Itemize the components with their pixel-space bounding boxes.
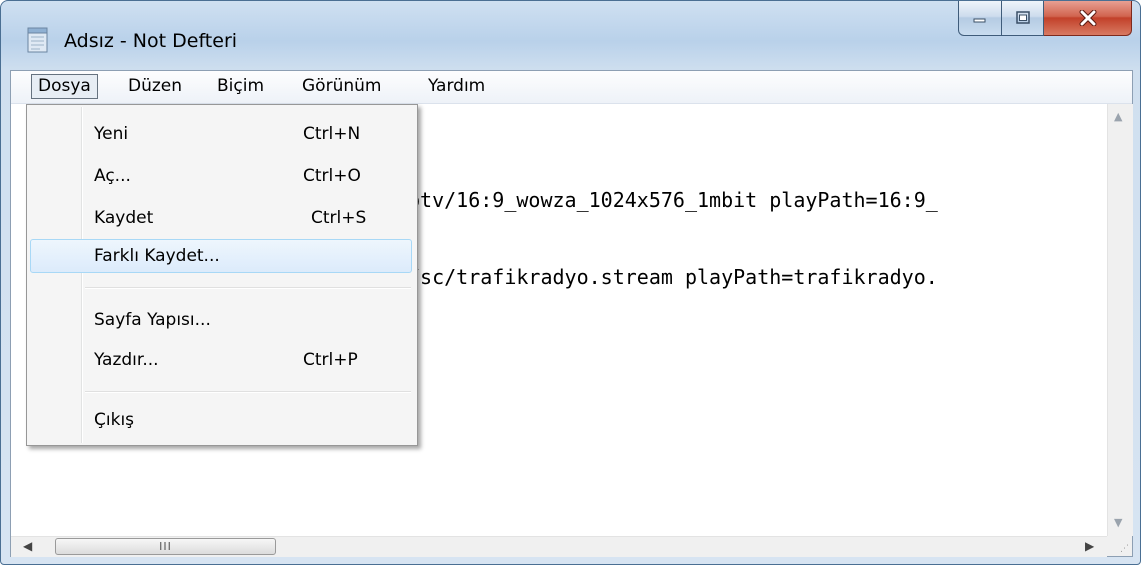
title-bar[interactable]: Adsız - Not Defteri (1, 1, 1140, 69)
menu-item-shortcut: Ctrl+N (303, 124, 361, 144)
notepad-window: Adsız - Not Defteri Dosya Düzen Biçim Gö… (0, 0, 1141, 565)
menu-item-label: Aç... (94, 166, 131, 186)
size-grip[interactable]: ⋰ (1107, 536, 1132, 556)
menu-item-shortcut: Ctrl+P (303, 350, 358, 370)
menu-item-ac[interactable]: Aç... Ctrl+O (30, 159, 412, 193)
menu-item-cikis[interactable]: Çıkış (30, 403, 412, 437)
scroll-right-icon[interactable]: ▶ (1085, 539, 1094, 553)
size-grip-icon: ⋰ (1120, 544, 1129, 554)
minimize-button[interactable] (958, 1, 1002, 36)
close-button[interactable] (1044, 1, 1132, 36)
menu-bicim[interactable]: Biçim (210, 74, 271, 99)
menu-yardim[interactable]: Yardım (421, 74, 492, 99)
file-menu-dropdown: Yeni Ctrl+N Aç... Ctrl+O Kaydet Ctrl+S F… (26, 104, 418, 446)
window-title: Adsız - Not Defteri (64, 30, 238, 52)
menu-separator (85, 391, 411, 393)
horizontal-scroll-thumb[interactable]: III (55, 538, 276, 555)
menu-item-sayfa-yapisi[interactable]: Sayfa Yapısı... (30, 303, 412, 337)
thumb-grip: III (159, 540, 172, 553)
maximize-icon (1015, 11, 1030, 24)
menu-item-label: Kaydet (94, 208, 154, 228)
vertical-scrollbar[interactable]: ▲ ▼ (1107, 104, 1133, 536)
notepad-icon (27, 27, 48, 53)
menu-item-yazdir[interactable]: Yazdır... Ctrl+P (30, 343, 412, 377)
editor-line: /sc/trafikradyo.stream playPath=trafikra… (408, 265, 938, 289)
menu-dosya[interactable]: Dosya (31, 74, 98, 99)
maximize-button[interactable] (1002, 1, 1044, 36)
menu-item-label: Çıkış (94, 410, 135, 430)
menu-item-label: Yeni (94, 124, 129, 144)
menu-duzen[interactable]: Düzen (121, 74, 189, 99)
menu-item-kaydet[interactable]: Kaydet Ctrl+S (30, 201, 412, 235)
scroll-left-icon[interactable]: ◀ (23, 539, 32, 553)
menu-item-label: Yazdır... (94, 350, 159, 370)
menu-item-shortcut: Ctrl+S (311, 208, 367, 228)
scroll-down-icon[interactable]: ▼ (1114, 516, 1122, 529)
editor-line: btv/16:9_wowza_1024x576_1mbit playPath=1… (408, 188, 938, 212)
menu-item-label: Sayfa Yapısı... (94, 310, 211, 330)
scroll-up-icon[interactable]: ▲ (1114, 110, 1122, 123)
menu-item-yeni[interactable]: Yeni Ctrl+N (30, 117, 412, 151)
menu-item-shortcut: Ctrl+O (303, 166, 361, 186)
menu-item-label: Farklı Kaydet... (94, 246, 220, 266)
menu-item-farkli-kaydet[interactable]: Farklı Kaydet... (30, 239, 412, 273)
menu-icon-gutter (81, 107, 83, 443)
minimize-icon (973, 18, 986, 23)
menu-gorunum[interactable]: Görünüm (295, 74, 388, 99)
horizontal-scrollbar[interactable]: ◀ III ▶ (11, 536, 1107, 557)
close-icon (1079, 10, 1096, 26)
menu-separator (85, 287, 411, 289)
caption-buttons (958, 1, 1132, 37)
menu-bar: Dosya Düzen Biçim Görünüm Yardım (11, 71, 1132, 104)
